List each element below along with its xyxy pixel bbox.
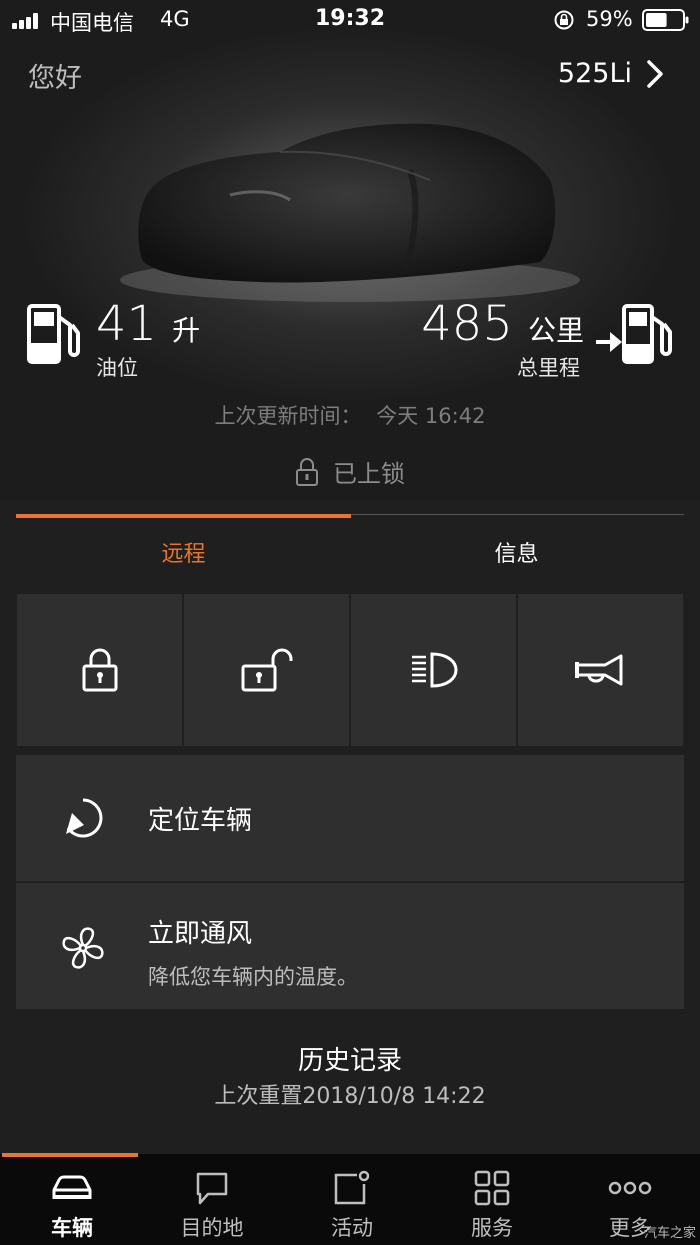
chevron-right-icon xyxy=(647,59,663,88)
last-update: 上次更新时间： 今天 16:42 xyxy=(0,400,700,430)
orientation-lock-icon xyxy=(554,10,574,30)
more-icon xyxy=(608,1181,652,1195)
services-icon xyxy=(474,1170,510,1206)
nav-services[interactable]: 服务 xyxy=(422,1160,562,1245)
ventilate-subtitle: 降低您车辆内的温度。 xyxy=(148,965,358,989)
remote-headlight-button[interactable] xyxy=(351,594,516,746)
vehicle-model-name: 525Li xyxy=(557,58,632,89)
nav-destination-label: 目的地 xyxy=(180,1216,244,1240)
bottom-nav-active-indicator xyxy=(2,1153,138,1157)
fuel-level: 41 升 xyxy=(96,296,200,352)
status-bar: 中国电信 4G 19:32 59% xyxy=(0,0,700,40)
locate-vehicle-title: 定位车辆 xyxy=(148,806,253,836)
watermark: 汽车之家 xyxy=(643,1226,696,1241)
unlock-icon xyxy=(241,648,292,692)
battery-percent: 59% xyxy=(586,7,633,31)
car-image xyxy=(120,123,580,302)
range-fuel-icon xyxy=(596,304,672,364)
nav-destination[interactable]: 目的地 xyxy=(142,1160,282,1245)
remote-horn-button[interactable] xyxy=(518,594,683,746)
lock-status-text: 已上锁 xyxy=(333,460,405,488)
history-title[interactable]: 历史记录 xyxy=(0,1040,700,1077)
ventilate-row[interactable]: 立即通风 降低您车辆内的温度。 xyxy=(16,883,684,1009)
lock-icon xyxy=(296,457,318,486)
last-update-time: 今天 16:42 xyxy=(376,404,486,428)
range-label: 总里程 xyxy=(517,356,580,380)
horn-icon xyxy=(574,654,622,686)
locate-vehicle-row[interactable]: 定位车辆 xyxy=(16,755,684,881)
car-icon xyxy=(52,1175,92,1199)
activity-icon xyxy=(334,1170,370,1205)
destination-icon xyxy=(196,1172,228,1205)
range-value: 485 xyxy=(421,296,513,352)
nav-activity[interactable]: 活动 xyxy=(282,1160,422,1245)
remote-lock-button[interactable] xyxy=(17,594,182,746)
tab-remote[interactable]: 远程 xyxy=(16,536,351,568)
vehicle-model-link[interactable]: 525Li xyxy=(558,58,664,89)
range-total: 485 公里 xyxy=(421,296,584,352)
last-update-label: 上次更新时间： xyxy=(214,404,362,428)
fuel-pump-icon xyxy=(27,304,80,364)
ventilate-title: 立即通风 xyxy=(148,919,253,949)
fuel-value: 41 xyxy=(96,296,158,352)
lock-status: 已上锁 xyxy=(0,454,700,489)
fuel-unit: 升 xyxy=(172,314,201,347)
lock-icon xyxy=(82,648,117,692)
range-unit: 公里 xyxy=(527,314,584,347)
fuel-label: 油位 xyxy=(96,356,138,380)
nav-services-label: 服务 xyxy=(471,1216,513,1240)
tab-active-indicator xyxy=(16,514,351,518)
battery-icon xyxy=(642,9,689,31)
headlight-icon xyxy=(411,652,458,688)
remote-unlock-button[interactable] xyxy=(184,594,349,746)
history-last-reset: 上次重置2018/10/8 14:22 xyxy=(214,1084,486,1109)
locate-icon xyxy=(66,798,103,838)
nav-vehicle[interactable]: 车辆 xyxy=(2,1160,142,1245)
greeting: 您好 xyxy=(28,63,82,94)
tab-info[interactable]: 信息 xyxy=(349,536,684,568)
nav-activity-label: 活动 xyxy=(331,1216,373,1240)
fan-icon xyxy=(62,927,104,969)
nav-vehicle-label: 车辆 xyxy=(51,1216,93,1240)
